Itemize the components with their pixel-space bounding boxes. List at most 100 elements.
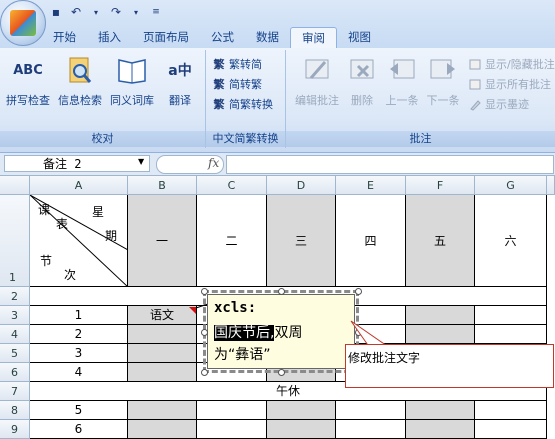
column-header-d[interactable]: D [267,176,336,195]
show-hide-comment-button[interactable]: 显示/隐藏批注 [468,56,555,74]
comment-selected-text[interactable]: 国庆节后, [214,325,275,341]
comment-handle-tr[interactable] [355,288,362,295]
weekday-wed[interactable]: 三 [267,195,336,287]
column-header-b[interactable]: B [128,176,197,195]
select-all-corner[interactable] [0,176,30,195]
show-ink-button[interactable]: 显示墨迹 [468,96,529,114]
show-all-comments-icon [468,78,482,92]
weekday-fri[interactable]: 五 [406,195,475,287]
convert-icon: 繁 [213,98,225,111]
cell-b4[interactable] [128,325,197,344]
name-box-dropdown-icon[interactable]: ▼ [138,157,144,166]
row-header-5[interactable]: 5 [0,344,30,363]
weekday-thu[interactable]: 四 [336,195,406,287]
previous-comment-button[interactable]: 上一条 [382,54,422,108]
cell-b8[interactable] [128,401,197,420]
row-header-1[interactable]: 1 [0,195,30,287]
comment-handle-ml[interactable] [201,329,208,336]
office-button[interactable] [0,0,46,46]
delete-comment-button[interactable]: 删除 [346,54,378,108]
comment-handle-tm[interactable] [278,288,285,295]
cell-d8[interactable] [267,401,336,420]
comment-text-line-2[interactable]: 为“彝语” [214,344,271,364]
row-header-6[interactable]: 6 [0,363,30,382]
name-box[interactable]: 备注 2 [4,155,150,172]
save-icon[interactable]: ▪ [48,4,64,20]
comments-group: 编辑批注 删除 上一条 下一条 显示/隐藏批注 显示所有批注 显示墨迹 批注 [286,50,555,148]
next-comment-button[interactable]: 下一条 [423,54,463,108]
delete-comment-label: 删除 [351,94,373,107]
undo-icon[interactable]: ↶ [68,4,84,20]
simp-to-trad-button[interactable]: 繁 简转繁 [212,76,263,94]
column-header-c[interactable]: C [197,176,267,195]
cell-g8[interactable] [475,401,547,420]
cell-f4[interactable] [406,325,475,344]
tab-insert[interactable]: 插入 [87,27,132,48]
cell-b3[interactable]: 语文 [128,306,197,325]
cell-g4[interactable] [475,325,547,344]
cell-e8[interactable] [336,401,406,420]
convert-button[interactable]: 繁 简繁转换 [212,96,274,114]
tab-view[interactable]: 视图 [337,27,382,48]
row-header-2[interactable]: 2 [0,287,30,306]
cell-b5[interactable] [128,344,197,363]
trad-to-simp-icon: 繁 [213,58,225,71]
research-button[interactable]: 信息检索 [56,54,104,108]
period-2[interactable]: 2 [30,325,128,344]
column-header-e[interactable]: E [336,176,406,195]
tab-page-layout[interactable]: 页面布局 [132,27,200,48]
column-header-g[interactable]: G [475,176,547,195]
show-all-comments-button[interactable]: 显示所有批注 [468,76,551,94]
cell-f8[interactable] [406,401,475,420]
period-5[interactable]: 5 [30,401,128,420]
weekday-tue[interactable]: 二 [197,195,267,287]
redo-dropdown-icon[interactable]: ▾ [128,4,144,20]
column-header-h[interactable] [547,176,555,195]
comment-handle-tl[interactable] [201,288,208,295]
header-qi: 期 [105,229,118,243]
column-header-a[interactable]: A [30,176,128,195]
insert-function-icon[interactable]: fx [208,156,219,170]
row-header-3[interactable]: 3 [0,306,30,325]
trad-to-simp-button[interactable]: 繁 繁转简 [212,56,263,74]
tab-home[interactable]: 开始 [42,27,87,48]
chinese-conversion-group: 繁 繁转简 繁 简转繁 繁 简繁转换 中文简繁转换 [206,50,286,148]
weekday-mon[interactable]: 一 [128,195,197,287]
row-header-4[interactable]: 4 [0,325,30,344]
comment-text-line-1[interactable]: 国庆节后,双周 [214,322,302,342]
weekday-sat[interactable]: 六 [475,195,547,287]
worksheet-grid[interactable]: A B C D E F G 1 2 3 4 5 6 7 8 9 课 表 星 期 … [0,176,555,439]
research-label: 信息检索 [58,94,102,107]
row-header-8[interactable]: 8 [0,401,30,420]
spell-check-button[interactable]: ABC 拼写检查 [4,54,52,108]
spell-check-label: 拼写检查 [6,94,50,107]
undo-dropdown-icon[interactable]: ▾ [88,4,104,20]
cell-b6[interactable] [128,363,197,382]
comment-text-rest: 双周 [274,325,303,341]
column-header-f[interactable]: F [406,176,475,195]
proofing-group: ABC 拼写检查 信息检索 同义词库 a中 翻译 校对 [0,50,206,148]
comment-handle-bl[interactable] [201,369,208,376]
row-header-7[interactable]: 7 [0,382,30,401]
cell-c8[interactable] [197,401,267,420]
period-3[interactable]: 3 [30,344,128,363]
next-comment-icon [427,54,459,86]
tab-review[interactable]: 审阅 [290,27,337,49]
cell-f3[interactable] [406,306,475,325]
formula-input[interactable] [226,155,554,174]
period-1[interactable]: 1 [30,306,128,325]
cell-g3[interactable] [475,306,547,325]
cell-a1-header[interactable]: 课 表 星 期 节 次 [30,195,128,287]
tab-formulas[interactable]: 公式 [200,27,245,48]
thesaurus-button[interactable]: 同义词库 [108,54,156,108]
convert-label: 简繁转换 [229,98,273,111]
tab-data[interactable]: 数据 [245,27,290,48]
previous-comment-label: 上一条 [385,94,419,107]
period-4[interactable]: 4 [30,363,128,382]
customize-icon[interactable]: ≡ [148,4,164,20]
translate-button[interactable]: a中 翻译 [158,54,202,108]
spell-check-icon: ABC [13,62,43,78]
edit-comment-button[interactable]: 编辑批注 [290,54,344,108]
comment-handle-bm[interactable] [278,369,285,376]
redo-icon[interactable]: ↷ [108,4,124,20]
